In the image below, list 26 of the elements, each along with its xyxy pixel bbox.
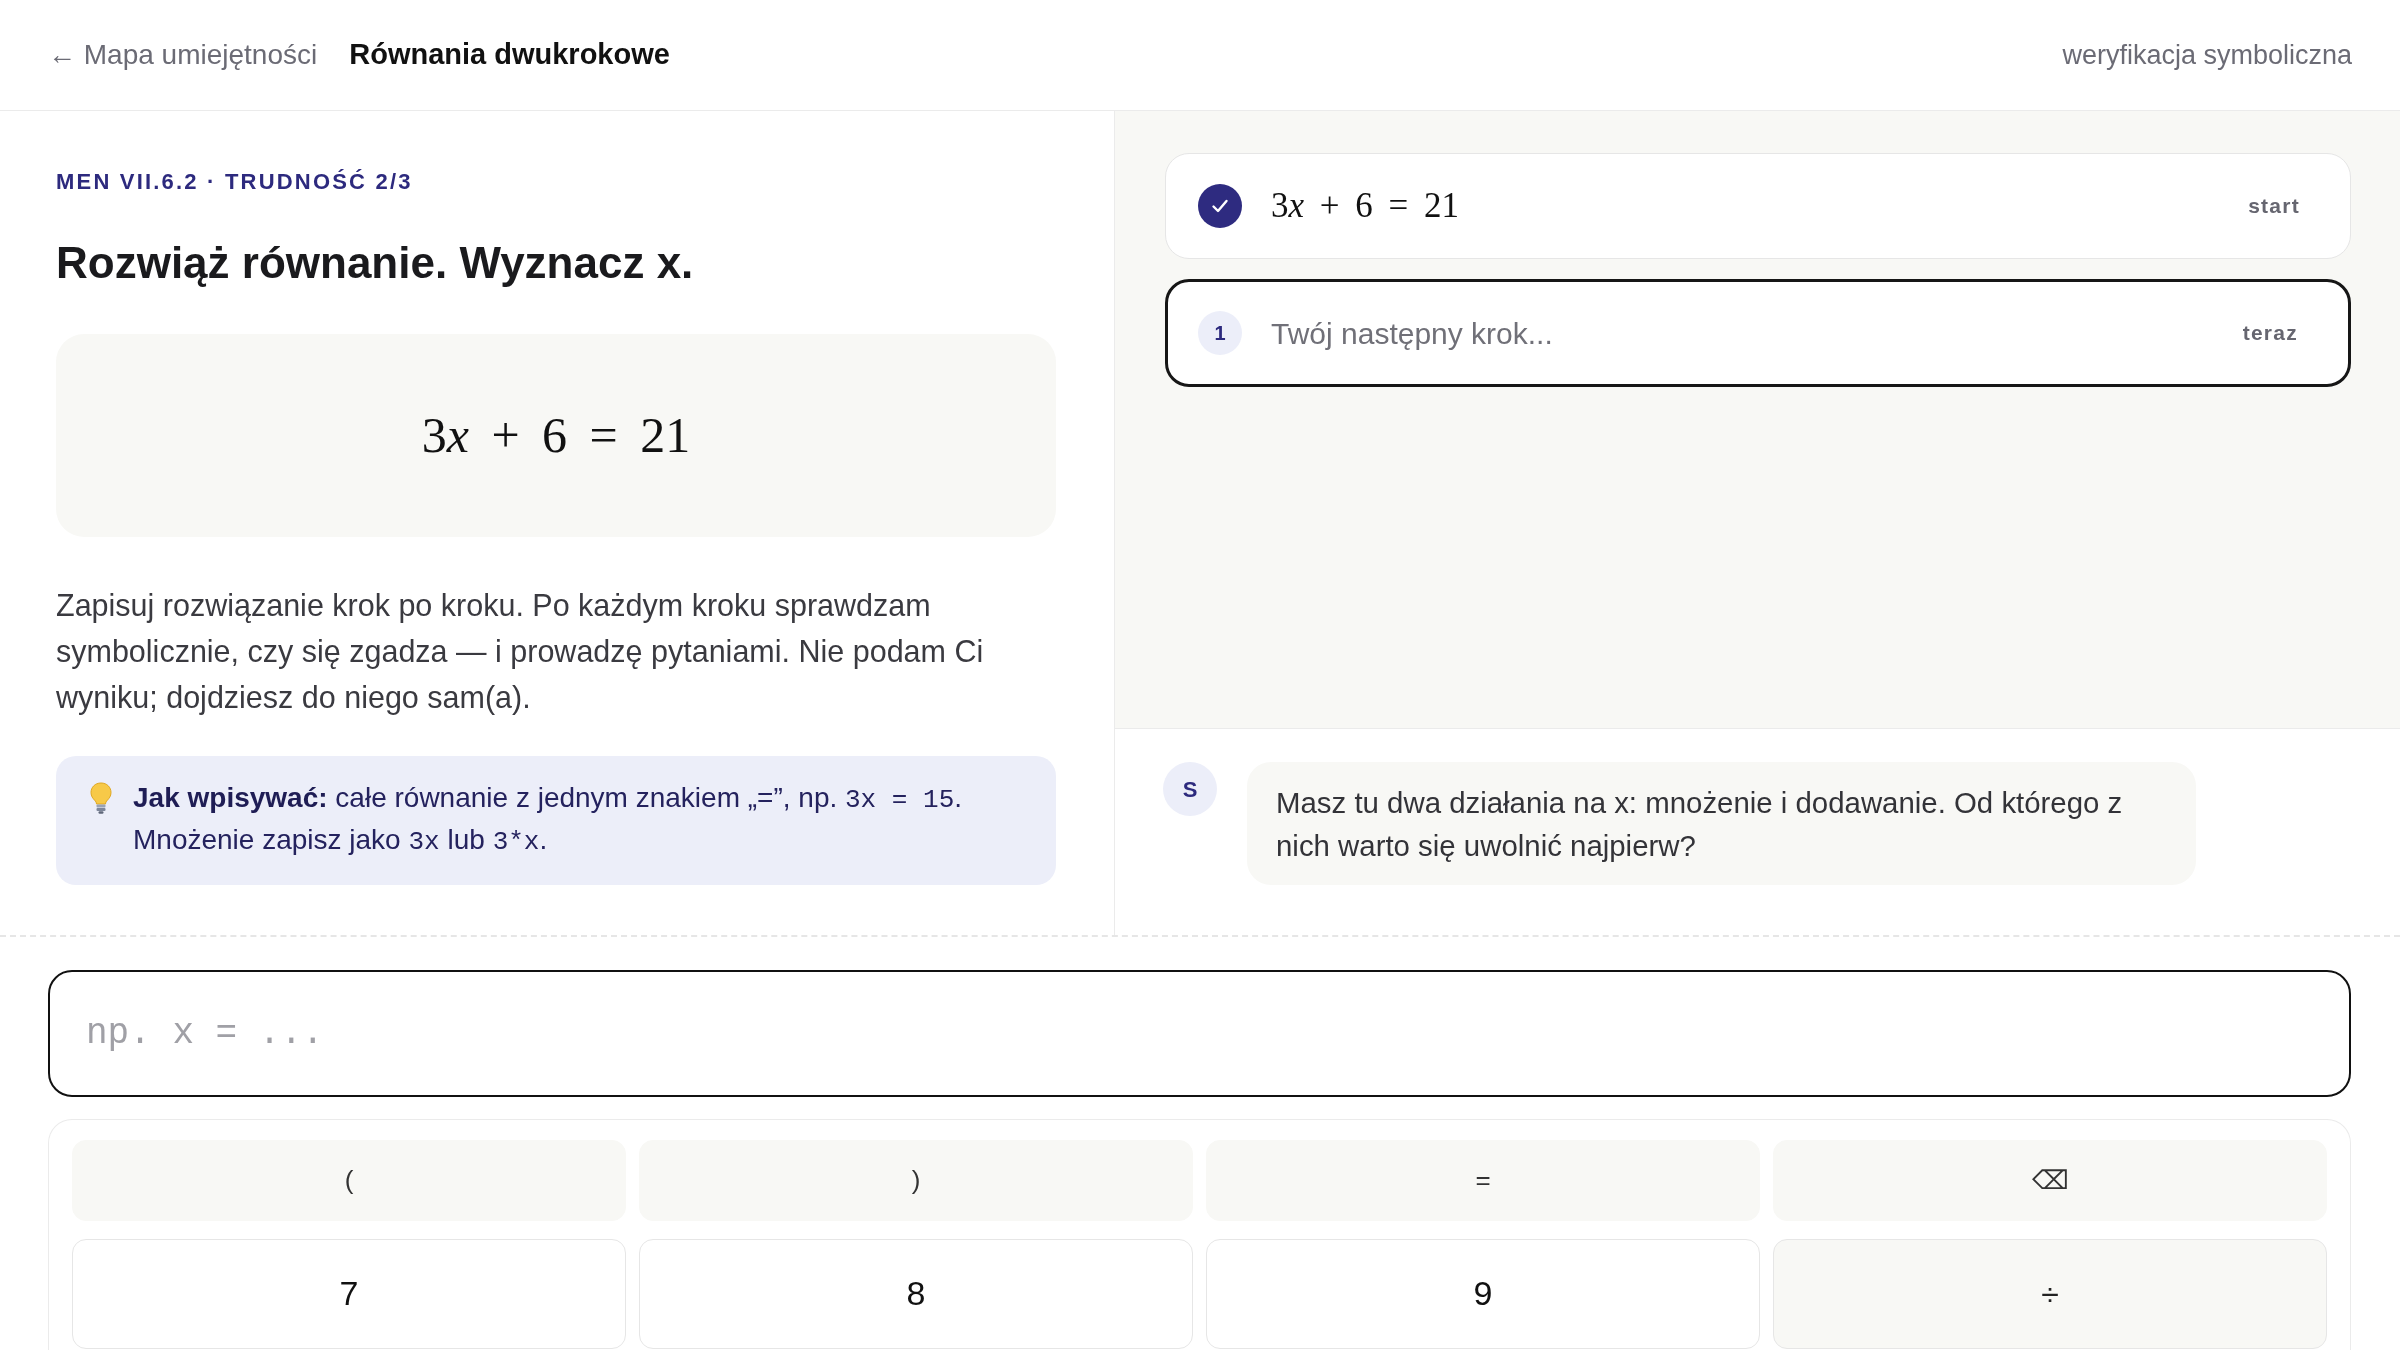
hint-text: Jak wpisywać: całe równanie z jednym znakiem „=”, np. 3x = 15. Mnożenie zapisz jako 3x lub 3*x. — [133, 781, 963, 860]
instructions-text: Zapisuj rozwiązanie krok po kroku. Po każdym kroku sprawdzam symbolicznie, czy się zgadza — i prowadzę pytaniami. Nie podam Ci wyniku; dojdziesz do niego sam(a). — [56, 587, 985, 717]
keypad-key[interactable]: = — [1206, 1139, 1760, 1221]
mode-label: weryfikacja symboliczna — [2062, 38, 2352, 72]
next-step-prompt: Twój następny krok... — [1271, 315, 1553, 352]
check-icon — [1198, 184, 1242, 228]
keypad-key[interactable]: 8 — [639, 1238, 1193, 1349]
task-meta: MEN VII.6.2 · TRUDNOŚĆ 2/3 — [56, 169, 414, 196]
chat-message: Masz tu dwa działania na x: mnożenie i dodawanie. Od którego z nich warto się uwolnić najpierw? — [1247, 762, 2196, 885]
lightbulb-icon — [89, 782, 113, 815]
equation: 3x + 6 = 21 — [421, 406, 691, 466]
answer-input[interactable]: np. x = ... — [48, 970, 2351, 1097]
keypad-key[interactable]: 7 — [72, 1238, 626, 1349]
step-number: 1 — [1198, 311, 1242, 355]
back-link[interactable]: ← Mapa umiejętności — [48, 34, 318, 76]
chat-avatar: S — [1163, 762, 1217, 816]
keypad-key[interactable]: ) — [639, 1139, 1193, 1221]
step-tag: teraz — [2242, 317, 2298, 349]
page-title: Równania dwukrokowe — [349, 37, 670, 73]
keypad-key[interactable]: ÷ — [1773, 1238, 2327, 1349]
step-expression: 3x + 6 = 21 — [1271, 184, 1460, 227]
keypad-key[interactable]: 9 — [1206, 1238, 1760, 1349]
step-tag: start — [2248, 190, 2300, 222]
keypad-key[interactable]: ( — [72, 1139, 626, 1221]
task-heading: Rozwiąż równanie. Wyznacz x. — [56, 237, 695, 290]
keypad-key[interactable]: ⌫ — [1773, 1139, 2327, 1221]
